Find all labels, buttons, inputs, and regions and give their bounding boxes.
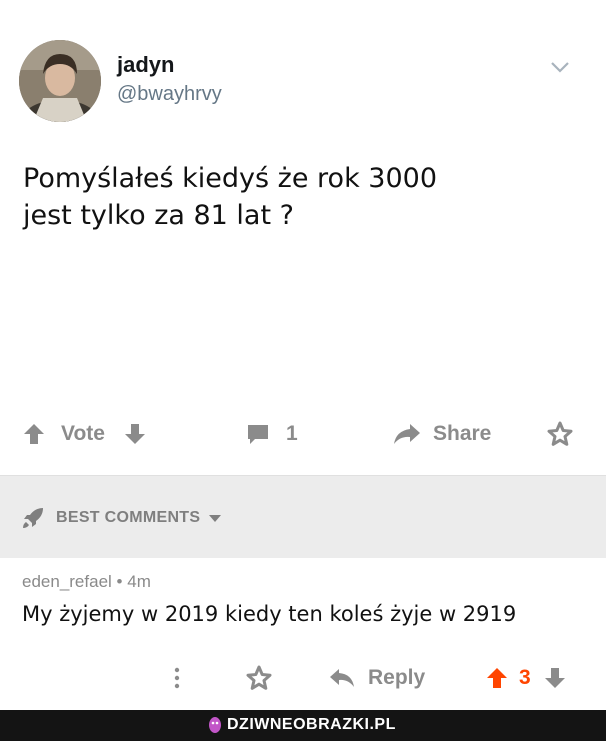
comment-vote-control: 3 (485, 662, 567, 694)
comments-button[interactable]: 1 (246, 418, 298, 450)
save-button[interactable] (547, 418, 573, 450)
meta-separator: • (116, 572, 123, 591)
comment-age: 4m (127, 572, 151, 591)
downvote-arrow-icon[interactable] (123, 422, 147, 446)
reply-label: Reply (368, 666, 426, 689)
save-star-icon (246, 665, 272, 690)
comment-text: My żyjemy w 2019 kiedy ten koleś żyje w … (22, 602, 517, 626)
avatar[interactable] (19, 40, 101, 122)
more-options-button[interactable] (172, 662, 182, 694)
tweet-text-line: Pomyślałeś kiedyś że rok 3000 (23, 163, 438, 194)
best-comments-dropdown[interactable]: BEST COMMENTS (21, 506, 222, 530)
upvote-arrow-icon[interactable] (22, 422, 46, 446)
comments-sort-bar: BEST COMMENTS (0, 475, 606, 559)
watermark-bar: DZIWNEOBRAZKI.PL (0, 710, 606, 741)
more-vertical-icon (174, 667, 180, 689)
share-button[interactable]: Share (393, 418, 491, 450)
rocket-icon (23, 508, 43, 528)
tweet-card: jadyn @bwayhrvy Pomyślałeś kiedyś że rok… (0, 0, 606, 475)
tweet-text: Pomyślałeś kiedyś że rok 3000 jest tylko… (23, 160, 583, 234)
comment-count: 1 (286, 422, 298, 445)
reply-arrow-icon (330, 669, 354, 687)
comment-item: eden_refael • 4m My żyjemy w 2019 kiedy … (0, 558, 606, 710)
tweet-username[interactable]: jadyn (117, 52, 174, 78)
comment-meta: eden_refael • 4m (22, 572, 151, 592)
comment-author[interactable]: eden_refael (22, 572, 112, 591)
tweet-text-line: jest tylko za 81 lat ? (23, 200, 294, 231)
save-star-icon (547, 421, 573, 446)
reply-button[interactable]: Reply (329, 662, 425, 694)
best-comments-label: BEST COMMENTS (56, 509, 201, 526)
share-arrow-icon (394, 424, 420, 444)
share-label: Share (433, 422, 492, 445)
comment-score: 3 (519, 666, 531, 689)
comment-save-button[interactable] (246, 662, 272, 694)
tweet-handle[interactable]: @bwayhrvy (117, 83, 222, 106)
caret-down-icon (209, 515, 222, 522)
vote-label: Vote (61, 422, 105, 445)
upvote-arrow-icon[interactable] (485, 666, 509, 690)
downvote-arrow-icon[interactable] (543, 666, 567, 690)
vote-control: Vote (22, 418, 147, 450)
chevron-down-icon[interactable] (550, 60, 570, 74)
watermark: DZIWNEOBRAZKI.PL (208, 716, 396, 734)
comment-bubble-icon (248, 425, 268, 444)
watermark-text: DZIWNEOBRAZKI.PL (227, 716, 396, 733)
watermark-logo-icon (209, 717, 221, 733)
